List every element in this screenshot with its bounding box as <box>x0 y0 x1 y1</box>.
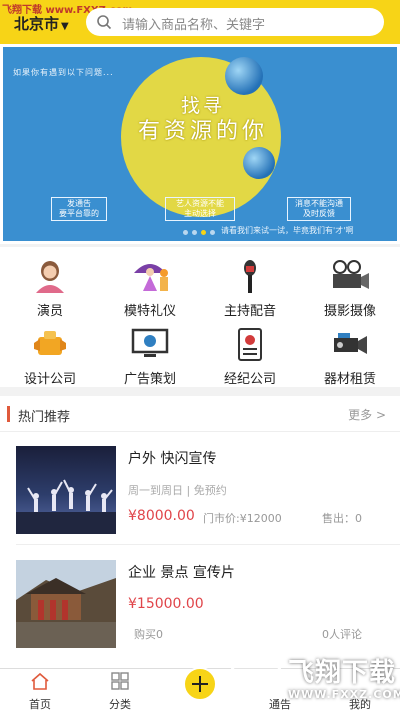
list-item[interactable]: 企业 景点 宣传片 ¥15000.00 购买0 0人评论 <box>0 546 400 658</box>
nav-home[interactable]: 首页 <box>0 669 80 710</box>
scenic-building-image <box>16 560 116 648</box>
city-selector[interactable]: 北京市 ▼ <box>14 13 69 34</box>
item-price: ¥8000.00 <box>128 508 195 524</box>
banner-top-text: 如果你有遇到以下问题... <box>13 68 114 77</box>
recommend-list: 户外 快闪宣传 周一到周日 | 免预约 ¥8000.00 门市价:¥12000 … <box>0 432 400 668</box>
video-camera-icon <box>334 333 367 354</box>
pagination-dot[interactable] <box>192 230 197 235</box>
watermark-circle-icon <box>230 650 282 702</box>
nav-category[interactable]: 分类 <box>80 669 160 710</box>
category-label: 主持配音 <box>223 304 276 319</box>
promo-banner[interactable]: 如果你有遇到以下问题... 找寻 有资源的你 发通告 要平台靠的 艺人资源不能 … <box>0 44 400 244</box>
banner-tag-text: 发通告 要平台靠的 <box>59 199 99 218</box>
search-placeholder: 请输入商品名称、关键字 <box>122 18 266 33</box>
category-label: 演员 <box>36 304 63 319</box>
category-label: 摄影摄像 <box>323 304 376 319</box>
model-icon <box>134 264 168 291</box>
category-agency[interactable]: 经纪公司 <box>200 319 300 387</box>
item-price: ¥15000.00 <box>128 596 204 612</box>
pagination-dot[interactable] <box>201 230 206 235</box>
plus-icon[interactable] <box>183 667 217 701</box>
watermark-text: 飞翔下载 <box>288 658 397 688</box>
category-design[interactable]: 设计公司 <box>0 319 100 387</box>
category-label: 经纪公司 <box>223 372 276 387</box>
item-sold-count: 售出：0 <box>322 512 362 525</box>
item-thumbnail <box>16 446 116 534</box>
banner-title-line2: 有资源的你 <box>137 119 268 144</box>
nav-label: 分类 <box>109 698 131 710</box>
chevron-down-icon: ▼ <box>61 21 69 32</box>
banner-pagination <box>183 230 215 235</box>
banner-bottom-text: 请看我们来试一试，毕竟我们有'才'啊 <box>221 226 354 235</box>
banner-blue-ball <box>225 57 263 95</box>
grid-icon <box>111 672 129 690</box>
monitor-icon <box>131 328 169 357</box>
banner-tag: 发通告 要平台靠的 <box>51 197 107 221</box>
banner-tag-text: 艺人资源不能 主动选择 <box>176 199 224 218</box>
pagination-dot[interactable] <box>210 230 215 235</box>
pagination-dot[interactable] <box>183 230 188 235</box>
category-equipment[interactable]: 器材租赁 <box>300 319 400 387</box>
camera-icon <box>333 260 369 289</box>
search-input[interactable]: 请输入商品名称、关键字 <box>86 8 384 36</box>
divider <box>16 544 400 545</box>
item-subtitle: 周一到周日 | 免预约 <box>128 484 227 497</box>
microphone-icon <box>244 260 256 293</box>
banner-tag-text: 消息不能沟通 及时反馈 <box>295 199 343 218</box>
design-icon <box>34 331 66 355</box>
item-bought-count: 购买0 <box>134 628 163 641</box>
category-model[interactable]: 模特礼仪 <box>100 251 200 319</box>
actor-icon <box>36 261 64 293</box>
item-comment-count: 0人评论 <box>322 628 362 641</box>
nav-label: 首页 <box>29 698 51 710</box>
top-bar: 飞翔下载 www.FXXZ.com 北京市 ▼ 请输入商品名称、关键字 <box>0 0 400 44</box>
banner-tag: 艺人资源不能 主动选择 <box>165 197 235 221</box>
dancers-image <box>16 479 116 534</box>
more-link[interactable]: 更多 > <box>348 406 386 423</box>
category-advertising[interactable]: 广告策划 <box>100 319 200 387</box>
watermark-logo: 飞翔下载 WWW.FXXZ.COM <box>230 648 400 706</box>
city-label: 北京市 <box>14 15 60 33</box>
list-item[interactable]: 户外 快闪宣传 周一到周日 | 免预约 ¥8000.00 门市价:¥12000 … <box>0 432 400 544</box>
category-label: 广告策划 <box>123 372 176 387</box>
category-host[interactable]: 主持配音 <box>200 251 300 319</box>
category-grid: 演员 模特礼仪 主持配音 摄影摄像 设计公司 广告策划 经纪公司 器材租赁 <box>0 247 400 387</box>
watermark-url: WWW.FXXZ.COM <box>288 688 400 701</box>
hot-recommend-header: 热门推荐 更多 > <box>0 396 400 432</box>
category-actor[interactable]: 演员 <box>0 251 100 319</box>
banner-tag: 消息不能沟通 及时反馈 <box>287 197 351 221</box>
category-photo[interactable]: 摄影摄像 <box>300 251 400 319</box>
banner-blue-ball <box>243 147 275 179</box>
item-original-price: 门市价:¥12000 <box>203 512 282 525</box>
category-label: 设计公司 <box>23 372 76 387</box>
category-label: 模特礼仪 <box>123 304 176 319</box>
item-title: 户外 快闪宣传 <box>128 451 217 467</box>
badge-icon <box>238 328 262 361</box>
item-title: 企业 景点 宣传片 <box>128 565 235 581</box>
search-icon <box>97 15 112 30</box>
home-icon <box>31 672 49 690</box>
category-label: 器材租赁 <box>323 372 376 387</box>
section-title: 热门推荐 <box>18 410 71 425</box>
item-thumbnail <box>16 560 116 648</box>
section-accent-bar <box>7 406 10 422</box>
